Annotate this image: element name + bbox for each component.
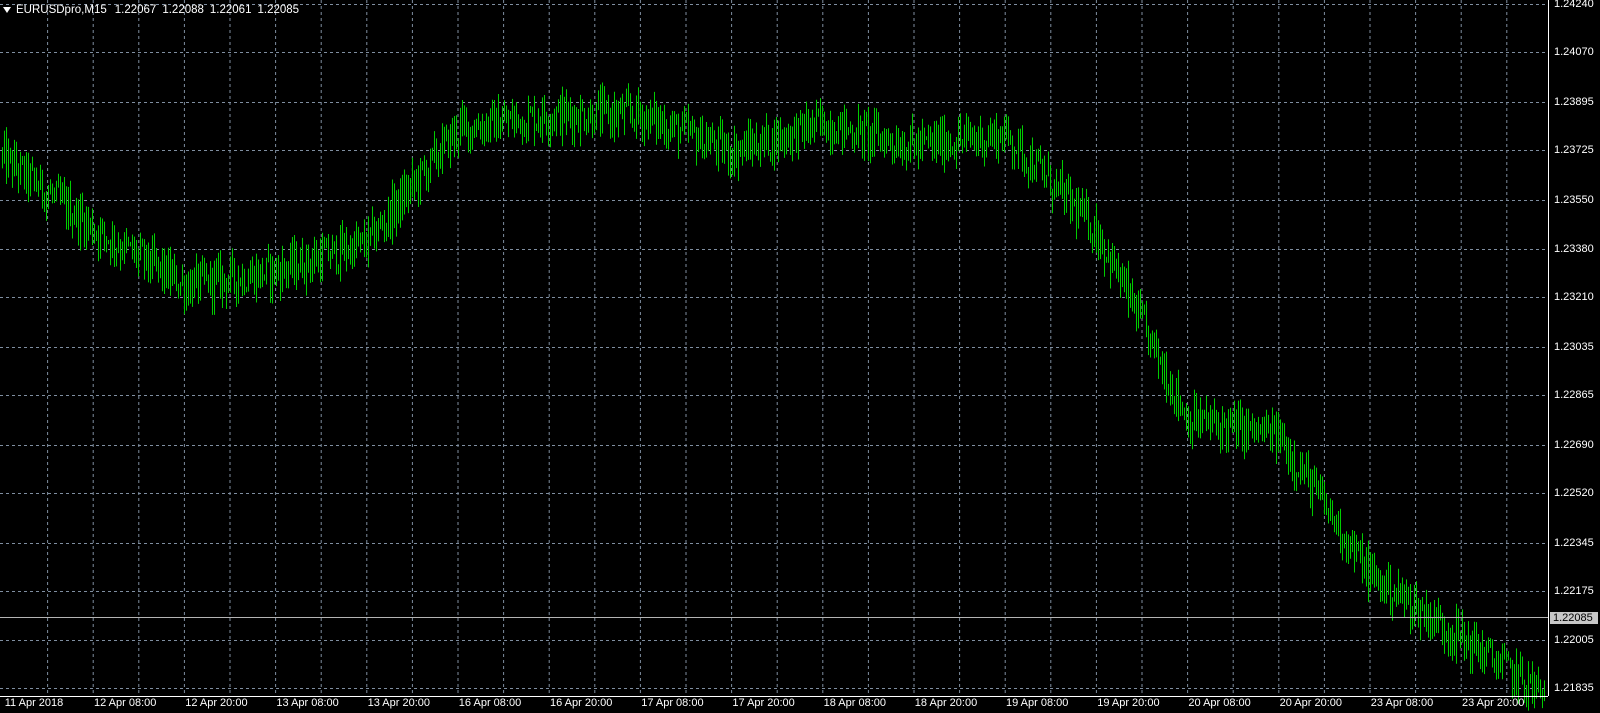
price-axis-label: 1.21835 [1554, 682, 1594, 694]
price-axis-label: 1.22005 [1554, 634, 1594, 646]
time-axis-label: 19 Apr 08:00 [1005, 697, 1069, 709]
time-axis-label: 23 Apr 08:00 [1370, 697, 1434, 709]
time-axis-label: 12 Apr 08:00 [93, 697, 157, 709]
symbol-timeframe-label: EURUSDpro,M15 [16, 4, 107, 16]
price-axis-label: 1.23380 [1554, 243, 1594, 255]
current-price-label: 1.22085 [1550, 611, 1598, 624]
chart-header[interactable]: EURUSDpro,M15 1.22067 1.22088 1.22061 1.… [3, 2, 305, 18]
close-price: 1.22085 [257, 4, 300, 16]
price-axis-label: 1.24240 [1554, 0, 1594, 10]
dropdown-triangle-icon[interactable] [3, 7, 11, 13]
time-axis-label: 18 Apr 08:00 [823, 697, 886, 709]
time-axis-label: 16 Apr 20:00 [549, 697, 613, 709]
time-axis-label: 16 Apr 08:00 [458, 697, 522, 709]
time-axis-label: 18 Apr 20:00 [914, 697, 978, 709]
time-axis-label: 11 Apr 2018 [4, 697, 64, 709]
low-price: 1.22061 [209, 4, 252, 16]
price-axis-label: 1.24070 [1554, 46, 1594, 58]
chart-window[interactable]: EURUSDpro,M15 1.22067 1.22088 1.22061 1.… [0, 0, 1600, 713]
time-axis-label: 20 Apr 20:00 [1279, 697, 1342, 709]
price-chart-canvas[interactable] [0, 0, 1600, 713]
price-axis-label: 1.23725 [1554, 144, 1594, 156]
price-axis-label: 1.23035 [1554, 341, 1594, 353]
grid-lines [0, 0, 1548, 694]
time-axis-label: 20 Apr 08:00 [1188, 697, 1251, 709]
time-axis-label: 13 Apr 20:00 [367, 697, 430, 709]
price-axis-label: 1.22175 [1554, 585, 1594, 597]
price-axis-label: 1.22865 [1554, 389, 1594, 401]
price-axis-label: 1.23895 [1554, 96, 1594, 108]
price-bars [2, 82, 1545, 711]
price-axis-label: 1.23210 [1554, 291, 1594, 303]
price-axis-label: 1.22520 [1554, 487, 1594, 499]
time-axis-label: 17 Apr 08:00 [641, 697, 704, 709]
high-price: 1.22088 [162, 4, 204, 16]
price-axis-label: 1.22690 [1554, 439, 1594, 451]
time-axis-label: 13 Apr 08:00 [276, 697, 339, 709]
time-axis-label: 17 Apr 20:00 [732, 697, 795, 709]
chart-frame [0, 0, 1549, 697]
time-axis-label: 19 Apr 20:00 [1097, 697, 1160, 709]
open-price: 1.22067 [114, 4, 157, 16]
time-axis-label: 23 Apr 20:00 [1461, 697, 1525, 709]
time-axis-label: 12 Apr 20:00 [185, 697, 248, 709]
price-axis-label: 1.23550 [1554, 194, 1594, 206]
price-axis-label: 1.22345 [1554, 537, 1594, 549]
